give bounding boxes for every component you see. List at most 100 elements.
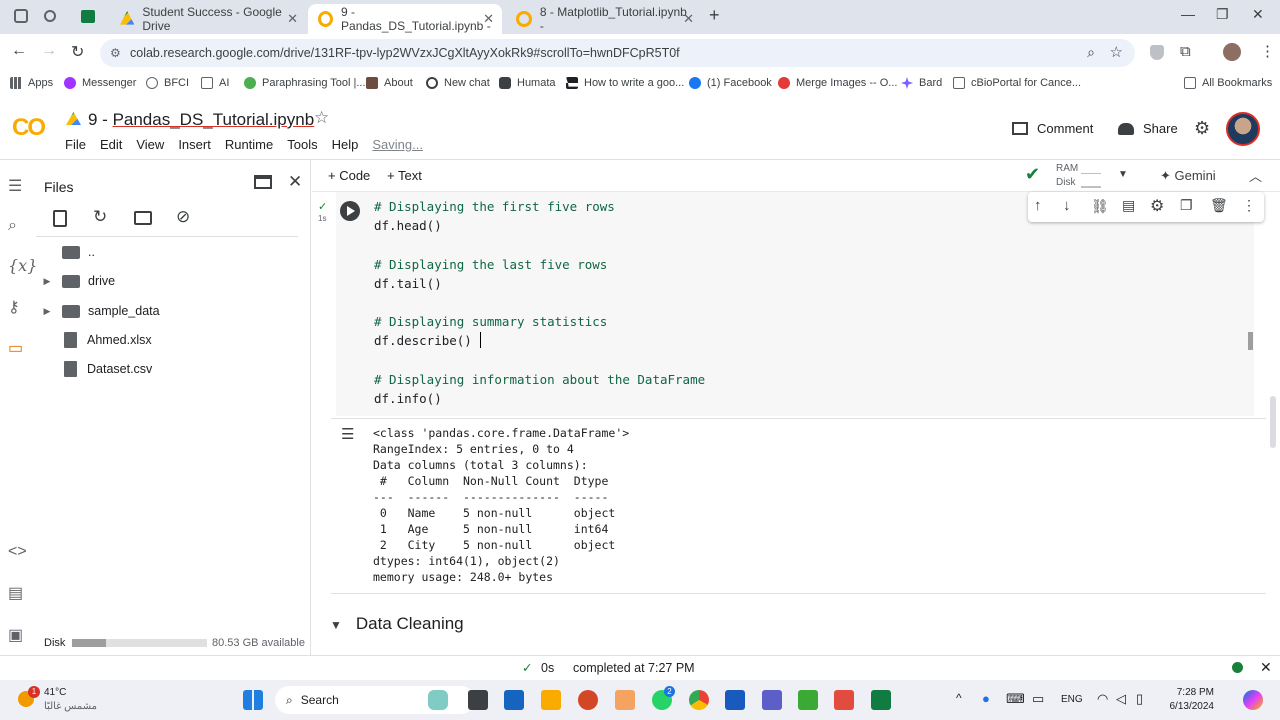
globe-icon[interactable] [44, 10, 56, 22]
settings-gear-icon[interactable]: ⚙ [1194, 118, 1210, 139]
teams-icon[interactable] [762, 690, 782, 710]
code-snippets-icon[interactable]: <> [8, 543, 27, 561]
menu-insert[interactable]: Insert [178, 137, 211, 152]
more-vert-icon[interactable]: ⋮ [1242, 197, 1256, 214]
windows-start-icon[interactable] [243, 690, 263, 710]
more-vert-icon[interactable]: ⋮ [1260, 42, 1275, 60]
file-item-parent[interactable]: .. [62, 242, 95, 262]
display-icon[interactable]: ▭ [1032, 691, 1044, 707]
notebook-title[interactable]: 9 - Pandas_DS_Tutorial.ipynb [88, 110, 314, 130]
account-avatar[interactable] [1226, 112, 1260, 146]
output-toggle-icon[interactable]: ☰ [341, 425, 354, 443]
table-of-contents-icon[interactable]: ☰ [8, 176, 22, 196]
bookmark-item[interactable]: Merge Images -- O... [778, 77, 897, 89]
forward-icon[interactable]: → [41, 42, 57, 60]
bookmark-item[interactable]: Bard [901, 77, 942, 89]
menu-file[interactable]: File [65, 137, 86, 152]
move-down-icon[interactable]: ↓ [1063, 197, 1071, 214]
section-heading[interactable]: ▼ Data Cleaning [330, 614, 464, 634]
language-indicator[interactable]: ENG [1061, 694, 1083, 705]
file-item-ahmed[interactable]: Ahmed.xlsx [64, 330, 152, 350]
bookmark-item[interactable]: BFCI [146, 77, 189, 89]
bookmark-item[interactable]: Humata [499, 77, 556, 89]
bookmark-star-icon[interactable]: ☆ [1110, 43, 1123, 61]
widgets-icon[interactable] [428, 690, 448, 710]
address-bar[interactable]: ⚙ colab.research.google.com/drive/131RF-… [100, 39, 1135, 67]
comment-button[interactable]: Comment [1012, 121, 1093, 136]
powerpoint-icon[interactable] [578, 690, 598, 710]
new-tab-button[interactable]: + [709, 5, 720, 26]
refresh-icon[interactable]: ↻ [93, 207, 107, 227]
secrets-key-icon[interactable]: ⚷ [8, 297, 20, 317]
bookmark-item[interactable]: New chat [426, 77, 490, 89]
chrome-icon[interactable] [689, 690, 709, 710]
add-text-button[interactable]: + Text [387, 168, 422, 183]
terminal-icon[interactable]: ▣ [8, 625, 23, 645]
bookmark-item[interactable]: cBioPortal for Cance... [953, 77, 1081, 89]
recorder-icon[interactable] [834, 690, 854, 710]
store-icon[interactable] [504, 690, 524, 710]
move-up-icon[interactable]: ↑ [1034, 197, 1042, 214]
task-view-icon[interactable] [468, 690, 488, 710]
settings-gear-icon[interactable]: ⚙ [1150, 196, 1164, 216]
command-palette-icon[interactable]: ▤ [8, 583, 23, 603]
collapse-icon[interactable]: ︿ [1249, 166, 1262, 185]
extensions-puzzle-icon[interactable]: ⧉ [1180, 43, 1191, 60]
bookmark-item[interactable]: How to write a goo... [566, 77, 684, 89]
file-explorer-icon[interactable] [541, 690, 561, 710]
extension-icon[interactable] [1150, 45, 1164, 60]
bookmark-item[interactable]: AI [201, 77, 229, 89]
reload-icon[interactable]: ↻ [71, 42, 84, 62]
mirror-cell-icon[interactable]: ❐ [1180, 197, 1193, 214]
menu-runtime[interactable]: Runtime [225, 137, 273, 152]
hide-files-icon[interactable]: ⊘ [176, 207, 190, 227]
back-icon[interactable]: ← [11, 42, 27, 60]
chevron-right-icon[interactable]: ▶ [38, 306, 56, 317]
chevron-down-icon[interactable]: ▼ [1118, 169, 1128, 180]
copilot-icon[interactable] [1243, 690, 1263, 710]
scrollbar-thumb[interactable] [1248, 332, 1253, 350]
close-icon[interactable]: ✕ [483, 11, 494, 27]
camtasia-icon[interactable] [798, 690, 818, 710]
colab-logo[interactable]: CO [12, 114, 46, 142]
page-scrollbar[interactable] [1270, 396, 1276, 448]
word-icon[interactable] [725, 690, 745, 710]
upload-file-icon[interactable] [53, 210, 67, 227]
code-editor[interactable]: # Displaying the first five rows df.head… [336, 192, 1254, 416]
menu-edit[interactable]: Edit [100, 137, 122, 152]
clock-time[interactable]: 7:28 PM [1170, 687, 1214, 698]
mount-drive-icon[interactable] [134, 211, 152, 225]
all-bookmarks[interactable]: All Bookmarks [1184, 77, 1272, 89]
site-info-icon[interactable]: ⚙ [110, 46, 121, 60]
bookmark-item[interactable]: (1) Facebook [689, 77, 772, 89]
minimize-button[interactable]: — [1181, 6, 1195, 22]
tab-search-icon[interactable] [14, 9, 28, 23]
keyboard-icon[interactable]: ⌨ [1006, 691, 1025, 707]
app-icon[interactable] [615, 690, 635, 710]
run-cell-button[interactable] [340, 201, 360, 221]
file-item-sample-data[interactable]: ▶ sample_data [38, 301, 160, 321]
resources-indicator[interactable]: RAM Disk [1056, 162, 1078, 190]
bookmark-item[interactable]: Paraphrasing Tool |... [244, 77, 366, 89]
delete-icon[interactable]: 🗑︎ [1210, 197, 1228, 214]
menu-view[interactable]: View [136, 137, 164, 152]
chevron-right-icon[interactable]: ▶ [38, 276, 56, 287]
tab-pandas[interactable]: 9 - Pandas_DS_Tutorial.ipynb - ✕ [308, 4, 502, 34]
excel-icon[interactable] [81, 10, 95, 23]
menu-tools[interactable]: Tools [287, 137, 317, 152]
tab-drive[interactable]: Student Success - Google Drive ✕ [110, 4, 306, 34]
tab-matplotlib[interactable]: 8 - Matplotlib_Tutorial.ipynb - ✕ [506, 4, 702, 34]
open-in-tab-icon[interactable] [254, 175, 272, 189]
comment-icon[interactable]: ▤ [1122, 197, 1135, 214]
close-icon[interactable]: ✕ [1260, 659, 1272, 676]
battery-icon[interactable]: ▯ [1136, 691, 1143, 707]
window-close-button[interactable]: ✕ [1252, 6, 1264, 23]
share-button[interactable]: Share [1118, 121, 1178, 136]
bookmark-item[interactable]: Apps [10, 77, 53, 89]
close-icon[interactable]: ✕ [683, 11, 694, 27]
clock-date[interactable]: 6/13/2024 [1160, 701, 1215, 712]
bookmark-item[interactable]: About [366, 77, 413, 89]
file-item-dataset[interactable]: Dataset.csv [64, 359, 152, 379]
close-icon[interactable]: ✕ [287, 11, 298, 27]
file-item-drive[interactable]: ▶ drive [38, 271, 116, 291]
